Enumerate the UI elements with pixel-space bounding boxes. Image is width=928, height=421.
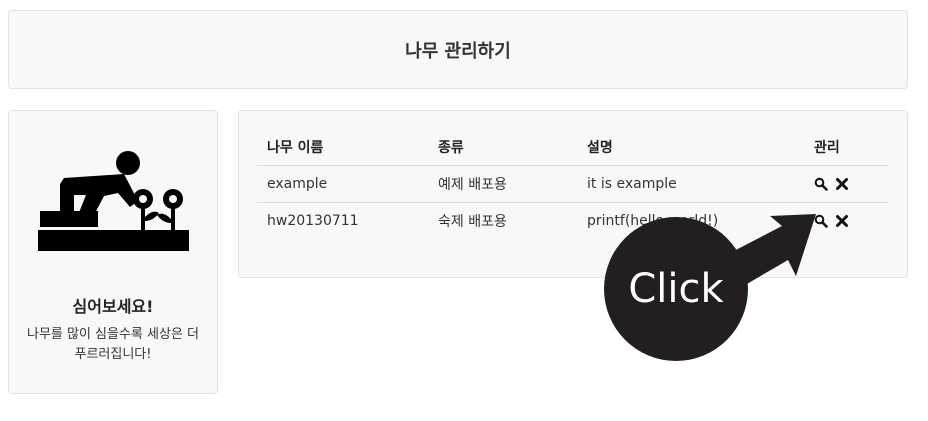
search-icon[interactable]: [814, 177, 828, 191]
tree-description-cell: it is example: [577, 165, 804, 203]
tree-name-cell: hw20130711: [267, 213, 359, 229]
callout-circle: [604, 217, 748, 361]
remove-icon[interactable]: [835, 214, 849, 228]
manage-cell: [804, 165, 889, 203]
remove-icon[interactable]: [835, 177, 849, 191]
table-row: example 예제 배포용 it is example: [257, 165, 889, 203]
table-header-row: 나무 이름 종류 설명 관리: [257, 129, 889, 166]
sidebar-description: 나무를 많이 심을수록 세상은 더 푸르러집니다!: [26, 327, 199, 362]
column-header-kind: 종류: [428, 129, 577, 166]
sidebar-panel: 심어보세요! 나무를 많이 심을수록 세상은 더 푸르러집니다!: [8, 110, 218, 394]
column-header-manage: 관리: [804, 129, 889, 166]
tree-kind-cell: 예제 배포용: [428, 165, 577, 203]
tree-name-cell: example: [257, 165, 428, 203]
page-title: 나무 관리하기: [405, 41, 511, 62]
column-header-description: 설명: [577, 129, 804, 166]
sidebar-title: 심어보세요!: [72, 297, 154, 316]
click-callout-arrow: [604, 214, 816, 361]
gardener-planting-flowers-icon: [38, 151, 189, 251]
tree-kind-cell: 숙제 배포용: [438, 214, 507, 230]
header-panel: 나무 관리하기: [8, 10, 908, 89]
callout-arrow: [732, 214, 816, 288]
column-header-name: 나무 이름: [257, 129, 428, 166]
